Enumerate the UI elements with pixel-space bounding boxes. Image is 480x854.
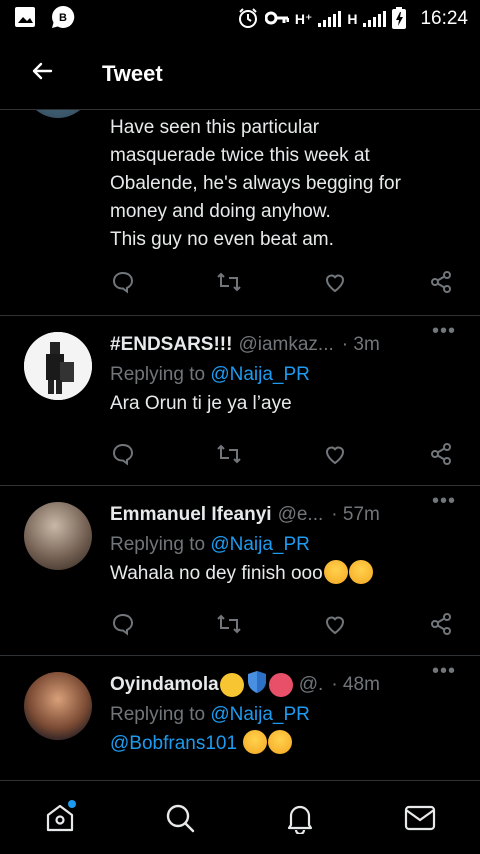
tweet-text-line: This guy no even beat am.: [110, 229, 334, 250]
display-name[interactable]: Emmanuel Ifeanyi: [110, 504, 272, 526]
username[interactable]: @e...: [278, 504, 324, 526]
tweet-text: Ara Orun ti je ya l’aye: [110, 393, 292, 414]
search-icon: [166, 804, 195, 832]
gallery-notification-icon: [14, 6, 36, 33]
mention-link[interactable]: @Bobfrans101: [110, 733, 237, 754]
tweet-actions: [108, 434, 456, 474]
hot-face-emoji-icon: [268, 673, 293, 697]
tweet-text-row: @Bobfrans101: [110, 730, 480, 758]
tears-of-joy-emoji-icon: [243, 730, 268, 754]
reply-icon: [112, 271, 134, 294]
more-options-button[interactable]: •••: [432, 660, 456, 683]
signal-icon: [318, 11, 342, 27]
reply-button[interactable]: [108, 609, 138, 639]
tweet-text-line: money and doing anyhow.: [110, 201, 331, 222]
timestamp: · 57m: [331, 504, 380, 525]
new-content-indicator: [68, 799, 76, 808]
retweet-icon: [217, 444, 241, 464]
heart-icon: [325, 274, 345, 293]
retweet-button[interactable]: [214, 439, 244, 469]
replying-to: Replying to @Naija_PR: [110, 530, 480, 560]
display-name[interactable]: Oyindamola: [110, 674, 219, 696]
tweet-text: Have seen this particular masquerade twi…: [110, 114, 480, 254]
network-type-2: H: [347, 11, 358, 27]
reply-icon: [112, 613, 134, 636]
tears-of-joy-emoji-icon: [268, 730, 293, 754]
share-button[interactable]: [426, 267, 456, 297]
replying-to: Replying to @Naija_PR: [110, 700, 480, 730]
tears-of-joy-emoji-icon: [348, 560, 373, 584]
battery-charging-icon: [392, 6, 407, 32]
parent-tweet[interactable]: Have seen this particular masquerade twi…: [0, 110, 480, 316]
more-options-button[interactable]: •••: [432, 490, 456, 513]
svg-text:B: B: [59, 12, 67, 24]
retweet-icon: [217, 272, 241, 292]
reply-tweet[interactable]: Emmanuel Ifeanyi @e... · 57m ••• Replyin…: [0, 486, 480, 656]
timestamp: · 48m: [331, 674, 380, 695]
retweet-button[interactable]: [214, 609, 244, 639]
mention-link[interactable]: @Naija_PR: [210, 704, 310, 725]
heart-icon: [325, 446, 345, 465]
tweet-text: Wahala no dey finish ooo: [110, 563, 323, 584]
nav-notifications-button[interactable]: [270, 788, 330, 848]
tweet-thread: Have seen this particular masquerade twi…: [0, 110, 480, 780]
tweet-text-line: Have seen this particular: [110, 117, 320, 138]
reply-icon: [112, 443, 134, 466]
whatsapp-business-notification-icon: B: [50, 4, 76, 35]
nav-messages-button[interactable]: [390, 788, 450, 848]
replying-to: Replying to @Naija_PR: [110, 360, 480, 390]
back-button[interactable]: [0, 38, 84, 110]
replying-to-label: Replying to: [110, 704, 206, 725]
tweet-text-line: Obalende, he's always begging for: [110, 173, 401, 194]
like-button[interactable]: [320, 267, 350, 297]
more-options-button[interactable]: •••: [432, 320, 456, 343]
share-icon: [431, 613, 451, 635]
signal-icon-2: [363, 11, 387, 27]
nav-home-button[interactable]: [30, 788, 90, 848]
notifications-icon: [287, 805, 313, 834]
arrow-left-icon: [30, 59, 54, 88]
mention-link[interactable]: @Naija_PR: [210, 364, 310, 385]
bottom-navigation: [0, 780, 480, 854]
like-button[interactable]: [320, 609, 350, 639]
messages-icon: [404, 805, 436, 830]
username[interactable]: @iamkaz...: [238, 334, 333, 356]
tweet-actions: [108, 604, 456, 644]
replying-to-label: Replying to: [110, 534, 206, 555]
alarm-icon: [237, 7, 259, 32]
share-icon: [431, 443, 451, 465]
network-type-1: H⁺: [294, 10, 313, 27]
reply-tweet[interactable]: Oyindamola @. · 48m ••• Replying to @Nai…: [0, 656, 480, 780]
timestamp: · 3m: [341, 334, 380, 355]
tweet-text-row: Wahala no dey finish ooo: [110, 560, 480, 588]
key-icon: [264, 10, 290, 29]
mention-link[interactable]: @Naija_PR: [210, 534, 310, 555]
status-bar: B H⁺ H 16:24: [0, 0, 480, 38]
retweet-button[interactable]: [214, 267, 244, 297]
nav-search-button[interactable]: [150, 788, 210, 848]
shield-emoji-icon: [246, 670, 268, 700]
username[interactable]: @.: [299, 674, 324, 696]
top-app-bar: Tweet: [0, 38, 480, 110]
retweet-icon: [217, 614, 241, 634]
tears-of-joy-emoji-icon: [323, 560, 348, 584]
clock: 16:24: [420, 8, 468, 29]
tweet-actions: [108, 262, 456, 302]
replying-to-label: Replying to: [110, 364, 206, 385]
share-button[interactable]: [426, 439, 456, 469]
display-name[interactable]: #ENDSARS!!!: [110, 334, 232, 356]
reply-button[interactable]: [108, 267, 138, 297]
page-title: Tweet: [102, 60, 163, 86]
tweet-text-line: masquerade twice this week at: [110, 145, 370, 166]
share-button[interactable]: [426, 609, 456, 639]
reply-button[interactable]: [108, 439, 138, 469]
heart-icon: [325, 616, 345, 635]
like-button[interactable]: [320, 439, 350, 469]
rolling-eyes-emoji-icon: [219, 673, 244, 697]
reply-tweet[interactable]: #ENDSARS!!! @iamkaz... · 3m ••• Replying…: [0, 316, 480, 486]
share-icon: [431, 271, 451, 293]
